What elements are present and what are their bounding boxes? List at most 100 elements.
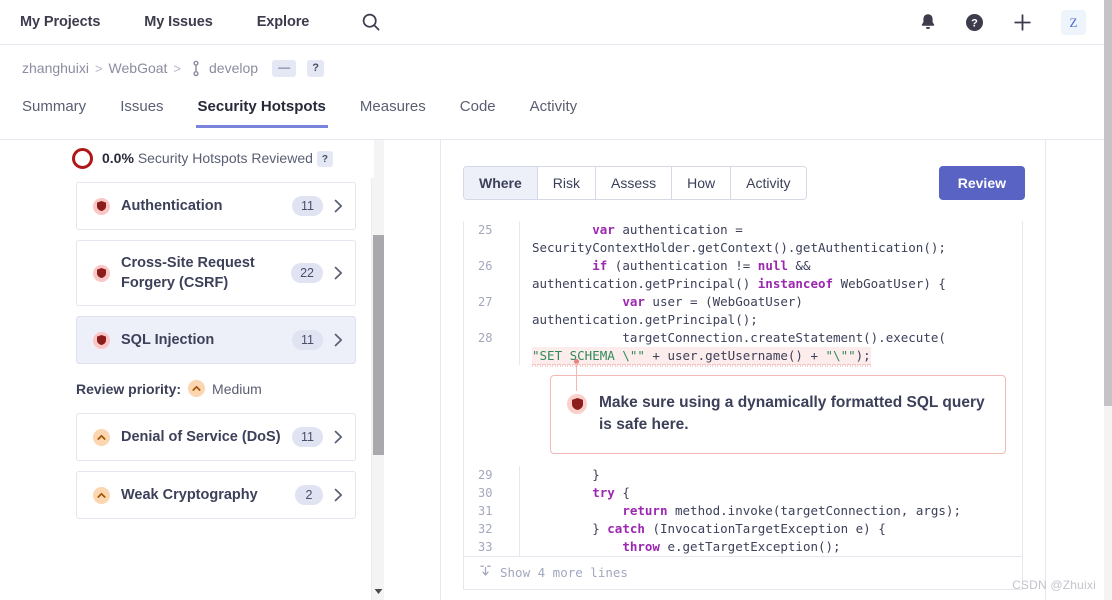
code-text: ); [855,348,871,363]
hotspot-message-text: Make sure using a dynamically formatted … [599,394,985,433]
category-count-badge: 11 [292,427,323,447]
line-content: var user = (WebGoatUser) authentication.… [520,293,1022,329]
security-hotspot-icon [93,264,110,282]
code-line-32[interactable]: 32 } catch (InvocationTargetException e)… [464,520,1022,538]
page-scrollbar[interactable] [1104,0,1112,600]
project-tab-bar: Summary Issues Security Hotspots Measure… [0,98,1104,140]
category-card-csrf[interactable]: Cross-Site Request Forgery (CSRF) 22 [76,240,356,306]
code-line-25[interactable]: 25 var authentication = SecurityContextH… [464,221,1022,257]
svg-text:?: ? [971,18,978,30]
code-line-28[interactable]: 28 targetConnection.createStatement().ex… [464,329,1022,367]
tab-measures[interactable]: Measures [360,98,426,128]
line-content: var authentication = SecurityContextHold… [520,221,1022,257]
tab-summary[interactable]: Summary [22,98,86,128]
quality-gate-badge[interactable]: — [272,59,297,77]
hotspot-tab-activity[interactable]: Activity [731,167,806,199]
code-line-27[interactable]: 27 var user = (WebGoatUser) authenticati… [464,293,1022,329]
code-line-30[interactable]: 30 try { [464,484,1022,502]
code-text: method.invoke(targetConnection, args); [667,503,961,518]
breadcrumb-project[interactable]: WebGoat [109,60,168,76]
tab-code[interactable]: Code [460,98,496,128]
security-hotspot-icon [93,197,110,215]
breadcrumb-branch[interactable]: develop [209,60,258,76]
source-code-viewer: 25 var authentication = SecurityContextH… [463,221,1023,556]
nav-item-my-projects[interactable]: My Projects [20,14,122,30]
code-line-29[interactable]: 29 } [464,466,1022,484]
code-text: (authentication != [607,258,758,273]
hotspot-tab-assess[interactable]: Assess [596,167,673,199]
security-hotspot-icon [93,331,110,349]
avatar[interactable]: Z [1061,10,1086,35]
code-line-33[interactable]: 33 throw e.getTargetException(); [464,538,1022,556]
bell-icon[interactable] [919,13,937,32]
hotspot-detail-toolbar: Where Risk Assess How Activity Review [441,140,1045,200]
tab-issues[interactable]: Issues [120,98,163,128]
chevron-right-icon [334,488,343,502]
category-label: Denial of Service (DoS) [121,429,281,445]
hotspot-detail-panel: Where Risk Assess How Activity Review 25… [440,140,1046,600]
shield-icon [567,394,587,414]
help-icon[interactable]: ? [965,13,984,32]
nav-item-my-issues[interactable]: My Issues [144,14,234,30]
line-number: 31 [464,502,520,520]
hotspot-tab-where[interactable]: Where [464,167,538,199]
code-line-31[interactable]: 31 return method.invoke(targetConnection… [464,502,1022,520]
category-card-authentication[interactable]: Authentication 11 [76,182,356,230]
nav-item-explore[interactable]: Explore [257,14,332,30]
tab-security-hotspots[interactable]: Security Hotspots [195,98,329,128]
review-button[interactable]: Review [938,166,1025,200]
code-text: } [532,521,608,536]
code-line-26[interactable]: 26 if (authentication != null && authent… [464,257,1022,293]
code-keyword: var [592,222,615,237]
hotspot-tab-how[interactable]: How [672,167,732,199]
reviewed-help-icon[interactable]: ? [316,151,333,168]
breadcrumb-org[interactable]: zhanghuixi [22,60,89,76]
page-scrollbar-thumb[interactable] [1104,0,1112,406]
search-icon[interactable] [361,12,381,32]
code-keyword: instanceof [757,276,834,291]
line-number: 26 [464,257,520,293]
branch-icon [190,60,202,77]
review-priority-header: Review priority: Medium [0,374,374,409]
breadcrumb-separator-2: > [173,60,182,76]
hotspot-message-box: Make sure using a dynamically formatted … [550,375,1006,454]
tab-activity[interactable]: Activity [530,98,578,128]
breadcrumb-separator-1: > [94,60,103,76]
sidebar-scrollbar[interactable] [371,140,384,600]
code-keyword: var [622,294,645,309]
show-more-lines-button[interactable]: Show 4 more lines [463,556,1023,590]
sidebar-scrollbar-thumb[interactable] [373,235,384,455]
global-nav-actions: ? Z [919,0,1086,45]
hotspot-highlighted-code[interactable]: "SET SCHEMA \"" + user.getUsername() + "… [532,347,871,367]
hotspot-connector-line [576,363,577,391]
line-content: } [532,467,600,482]
line-number: 29 [464,466,520,484]
code-text: (InvocationTargetException e) { [644,521,886,536]
category-card-weak-cryptography[interactable]: Weak Cryptography 2 [76,471,356,519]
code-string: "SET SCHEMA \"" [532,348,645,363]
scroll-down-arrow-icon[interactable] [372,584,385,598]
line-content: return method.invoke(targetConnection, a… [520,502,1022,520]
code-keyword: return [622,503,668,518]
chevron-right-icon [334,266,343,280]
hotspot-category-list: Authentication 11 Cross-Site Request For… [0,178,374,364]
code-text: + user.getUsername() + [644,348,826,363]
code-string: "\"" [825,348,856,363]
breadcrumb-help-badge[interactable]: ? [307,59,325,77]
priority-medium-icon [93,428,110,446]
hotspot-tab-risk[interactable]: Risk [537,167,597,199]
chevron-right-icon [334,333,343,347]
plus-icon[interactable] [1012,12,1033,33]
line-content: throw e.getTargetException(); [520,538,1022,556]
category-card-dos[interactable]: Denial of Service (DoS) 11 [76,413,356,461]
code-keyword: throw [622,539,660,554]
review-priority-title: Review priority: [76,380,182,397]
line-number: 28 [464,329,520,365]
category-label: Cross-Site Request Forgery (CSRF) [121,255,255,291]
priority-medium-icon [188,380,206,397]
category-card-sql-injection[interactable]: SQL Injection 11 [76,316,356,364]
